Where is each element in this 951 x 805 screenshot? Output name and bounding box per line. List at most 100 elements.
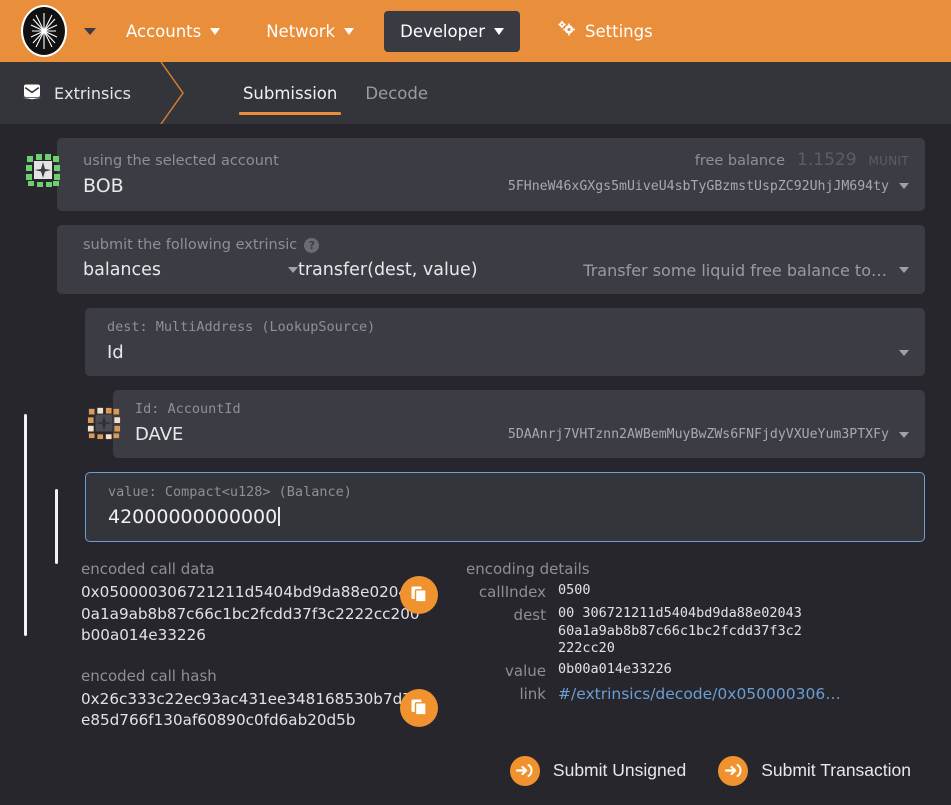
polkadot-logo-icon[interactable] xyxy=(21,5,67,57)
account-identicon-bob[interactable] xyxy=(25,152,61,188)
encoded-call-data-title: encoded call data xyxy=(81,560,458,578)
detail-key: callIndex xyxy=(466,582,558,602)
detail-key: link xyxy=(466,684,558,704)
chevron-down-icon[interactable] xyxy=(899,350,909,356)
section-tab-bar: Extrinsics Submission Decode xyxy=(0,62,951,124)
chevron-down-icon xyxy=(899,267,909,273)
extrinsic-selector-panel: submit the following extrinsic ? balance… xyxy=(57,225,925,294)
param-dest-id-name: DAVE xyxy=(135,424,183,445)
module-select[interactable]: balances xyxy=(83,260,298,280)
param-dest-id-body[interactable]: DAVE 5DAAnrj7VHTznn2AWBemMuyBwZWs6FNFjdy… xyxy=(135,424,909,445)
nav-item-settings-label: Settings xyxy=(585,22,653,41)
section-title-extrinsics: Extrinsics xyxy=(0,62,157,124)
extrinsic-selects: balances transfer(dest, value) Transfer … xyxy=(83,260,909,280)
detail-row-callindex: callIndex 0500 xyxy=(466,582,925,602)
copy-icon xyxy=(410,585,428,606)
detail-row-link: link #/extrinsics/decode/0x050000306… xyxy=(466,684,925,704)
main-content: using the selected account free balance … xyxy=(0,124,951,786)
param-value[interactable]: value: Compact<u128> (Balance) 420000000… xyxy=(85,472,925,542)
submit-unsigned-label: Submit Unsigned xyxy=(553,760,686,781)
param-value-input-text: 42000000000000 xyxy=(108,506,277,528)
question-mark-icon[interactable]: ? xyxy=(304,238,319,253)
detail-value: 0b00a014e33226 xyxy=(558,661,672,681)
detail-value: 00 306721211d5404bd9da88e0204360a1a9ab8b… xyxy=(558,605,806,658)
encoded-call-hash-value: 0x26c333c22ec93ac431ee348168530b7d77e85d… xyxy=(81,689,428,732)
param-value-input[interactable]: 42000000000000 xyxy=(108,506,908,528)
free-balance-group: free balance 1.1529 MUNIT xyxy=(695,150,909,170)
param-dest-id: Id: AccountId DAVE 5DAAnrj7VHTznn2AWBemM… xyxy=(113,390,925,458)
chevron-down-icon xyxy=(344,28,354,35)
text-cursor xyxy=(278,507,280,526)
nav-item-network-label: Network xyxy=(266,22,335,41)
breadcrumb-chevron-divider xyxy=(157,62,191,124)
tab-list: Submission Decode xyxy=(229,62,442,124)
logo-wrapper[interactable] xyxy=(18,5,70,57)
nav-item-developer-label: Developer xyxy=(400,22,485,41)
param-dest-id-label: Id: AccountId xyxy=(135,401,909,417)
account-top-row: using the selected account free balance … xyxy=(83,150,909,170)
account-name: BOB xyxy=(83,175,124,197)
encoded-call-hash-block: encoded call hash 0x26c333c22ec93ac431ee… xyxy=(81,667,458,732)
nav-item-settings[interactable]: Settings xyxy=(540,9,669,53)
nav-item-accounts[interactable]: Accounts xyxy=(110,11,236,52)
copy-icon xyxy=(410,698,428,719)
account-address-group[interactable]: 5FHneW46xGXgs5mUiveU4sbTyGBzmstUspZC92Uh… xyxy=(508,179,909,194)
top-navigation-bar: Accounts Network Developer xyxy=(0,0,951,62)
extrinsic-label-row: submit the following extrinsic ? xyxy=(83,237,909,253)
nav-item-accounts-label: Accounts xyxy=(126,22,201,41)
encoded-call-hash-title: encoded call hash xyxy=(81,667,458,685)
submit-transaction-button[interactable]: Submit Transaction xyxy=(718,756,911,786)
param-dest-id-address-group[interactable]: 5DAAnrj7VHTznn2AWBemMuyBwZWs6FNFjdyVXUeY… xyxy=(508,427,909,442)
param-dest-label: dest: MultiAddress (LookupSource) xyxy=(107,319,909,335)
nav-item-developer[interactable]: Developer xyxy=(384,11,520,52)
param-dest-body[interactable]: Id xyxy=(107,342,909,363)
action-buttons: Submit Unsigned Submit Transaction xyxy=(0,756,911,786)
submit-unsigned-button[interactable]: Submit Unsigned xyxy=(510,756,686,786)
detail-key: value xyxy=(466,661,558,681)
nav-item-network[interactable]: Network xyxy=(250,11,370,52)
encoded-column: encoded call data 0x050000306721211d5404… xyxy=(26,560,458,732)
chevron-down-icon xyxy=(494,28,504,35)
free-balance-amount: 1.1529 xyxy=(797,150,856,170)
method-doc-select[interactable]: Transfer some liquid free balance to… xyxy=(583,261,909,280)
section-title-label: Extrinsics xyxy=(54,84,131,103)
encoded-call-data-block: encoded call data 0x050000306721211d5404… xyxy=(81,560,458,647)
chevron-down-icon[interactable] xyxy=(899,432,909,438)
copy-call-data-button[interactable] xyxy=(400,576,438,614)
param-value-label: value: Compact<u128> (Balance) xyxy=(108,484,908,500)
method-select-value[interactable]: transfer(dest, value) xyxy=(298,260,478,280)
chevron-down-icon[interactable] xyxy=(899,183,909,189)
sign-in-arrow-icon xyxy=(718,756,748,786)
tab-decode[interactable]: Decode xyxy=(351,62,442,124)
account-identicon-dave[interactable] xyxy=(87,406,121,440)
detail-row-value: value 0b00a014e33226 xyxy=(466,661,925,681)
encoded-call-data-value: 0x050000306721211d5404bd9da88e0204360a1a… xyxy=(81,582,428,647)
gear-icon xyxy=(556,20,576,42)
selected-account-label: using the selected account xyxy=(83,153,279,169)
indent-guide-inner xyxy=(55,489,58,564)
submit-transaction-label: Submit Transaction xyxy=(761,760,911,781)
free-balance-label: free balance xyxy=(695,153,785,169)
chevron-down-icon xyxy=(288,267,298,273)
free-balance-unit: MUNIT xyxy=(869,154,909,168)
chevron-down-icon xyxy=(210,28,220,35)
logo-chevron-down-icon[interactable] xyxy=(84,28,96,35)
param-dest-value: Id xyxy=(107,342,124,363)
account-bottom-row: BOB 5FHneW46xGXgs5mUiveU4sbTyGBzmstUspZC… xyxy=(83,175,909,197)
method-doc-text: Transfer some liquid free balance to… xyxy=(583,261,887,280)
extrinsic-label: submit the following extrinsic xyxy=(83,237,297,253)
encoding-details-table: callIndex 0500 dest 00 306721211d5404bd9… xyxy=(466,582,925,704)
detail-row-dest: dest 00 306721211d5404bd9da88e0204360a1a… xyxy=(466,605,925,658)
encoding-details-column: encoding details callIndex 0500 dest 00 … xyxy=(458,560,925,732)
account-address: 5FHneW46xGXgs5mUiveU4sbTyGBzmstUspZC92Uh… xyxy=(508,179,889,194)
selected-account-panel: using the selected account free balance … xyxy=(57,138,925,211)
detail-key: dest xyxy=(466,605,558,658)
param-dest: dest: MultiAddress (LookupSource) Id xyxy=(85,308,925,376)
copy-call-hash-button[interactable] xyxy=(400,689,438,727)
envelope-icon xyxy=(22,83,42,104)
decode-link[interactable]: #/extrinsics/decode/0x050000306… xyxy=(558,684,841,704)
tab-submission-label: Submission xyxy=(243,84,337,103)
tab-submission[interactable]: Submission xyxy=(229,62,351,124)
sign-in-arrow-icon xyxy=(510,756,540,786)
encoding-details-title: encoding details xyxy=(466,560,925,578)
